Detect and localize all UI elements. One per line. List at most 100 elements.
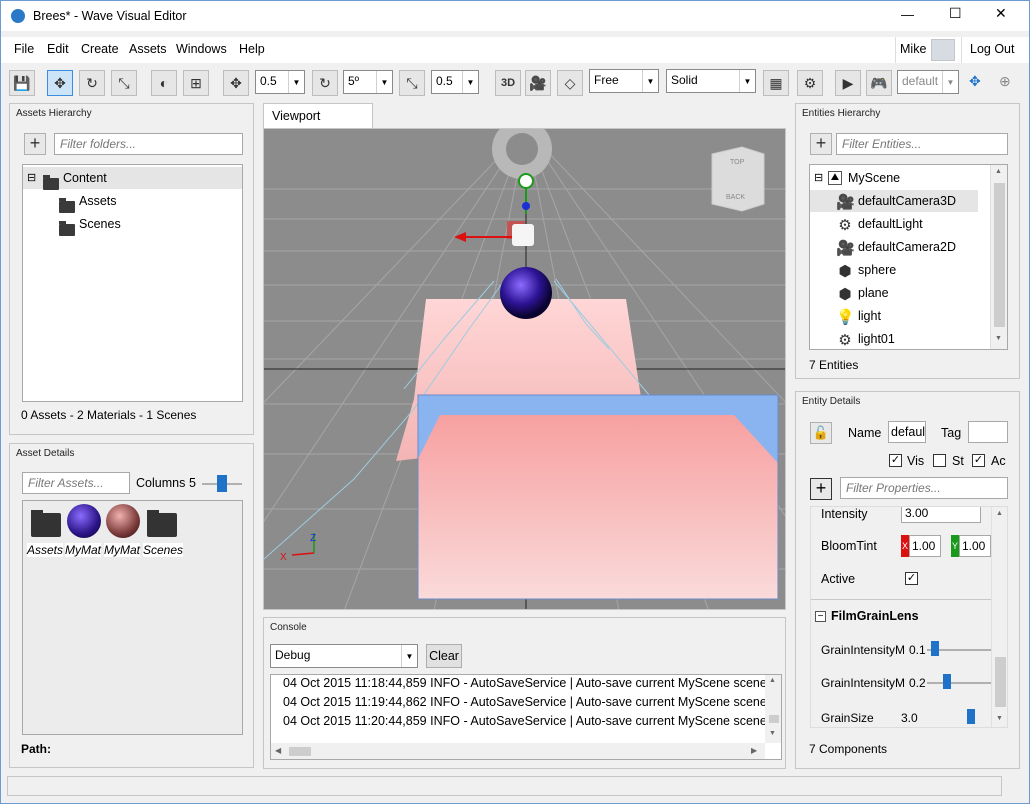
- clear-button[interactable]: Clear: [426, 644, 462, 668]
- bloom-y-input[interactable]: 1.00: [959, 535, 991, 557]
- grid-icon[interactable]: ▦: [763, 70, 789, 96]
- filter-folders-input[interactable]: Filter folders...: [54, 133, 243, 155]
- minimize-button[interactable]: —: [901, 7, 914, 22]
- scale-snap-icon[interactable]: ⤡: [399, 70, 425, 96]
- grain-size-slider[interactable]: [967, 709, 975, 724]
- entity-scrollbar[interactable]: ▲ ▼: [990, 165, 1007, 349]
- menu-edit[interactable]: Edit: [47, 42, 69, 56]
- bloom-x-input[interactable]: 1.00: [909, 535, 941, 557]
- scroll-left-icon[interactable]: ◀: [275, 746, 281, 755]
- tree-item-entity[interactable]: ⚙ light01: [810, 328, 978, 350]
- log-level-select[interactable]: Debug ▼: [270, 644, 418, 668]
- collapse-icon[interactable]: −: [815, 611, 826, 622]
- maximize-button[interactable]: ☐: [949, 5, 962, 22]
- scroll-down-icon[interactable]: ▼: [996, 715, 1003, 722]
- add-component-icon[interactable]: ⊞: [183, 70, 209, 96]
- console-scrollbar-horizontal[interactable]: ◀ ▶: [271, 743, 765, 759]
- move-icon[interactable]: ✥: [969, 73, 981, 90]
- active-property-checkbox[interactable]: ✓: [905, 572, 918, 585]
- scale-snap-select[interactable]: 0.5 ▼: [431, 70, 479, 94]
- scroll-thumb[interactable]: [289, 747, 311, 756]
- static-checkbox[interactable]: [933, 454, 946, 467]
- tree-item-assets[interactable]: Assets: [23, 190, 242, 213]
- grain-intensity-slider[interactable]: [931, 641, 939, 656]
- scroll-right-icon[interactable]: ▶: [751, 746, 757, 755]
- scroll-down-icon[interactable]: ▼: [769, 730, 776, 737]
- tag-input[interactable]: [968, 421, 1008, 443]
- tree-item-content[interactable]: ⊟ Content: [23, 167, 242, 190]
- logout-button[interactable]: Log Out: [970, 42, 1014, 56]
- tree-item-entity[interactable]: 💡 light: [810, 305, 978, 327]
- rotate-snap-select[interactable]: 5º ▼: [343, 70, 393, 94]
- console-scrollbar-vertical[interactable]: ▲ ▼: [765, 675, 781, 743]
- grain-intensity-slider[interactable]: [943, 674, 951, 689]
- globe-icon[interactable]: ◐: [151, 70, 177, 96]
- pin-icon[interactable]: ⊕: [999, 73, 1011, 90]
- scroll-down-icon[interactable]: ▼: [995, 335, 1002, 342]
- translate-tool-icon[interactable]: ✥: [47, 70, 73, 96]
- scroll-thumb[interactable]: [994, 183, 1005, 327]
- menu-file[interactable]: File: [14, 42, 34, 56]
- filter-entities-input[interactable]: Filter Entities...: [836, 133, 1008, 155]
- rotate-tool-icon[interactable]: ↻: [79, 70, 105, 96]
- name-input[interactable]: defaul: [888, 421, 926, 443]
- folder-icon[interactable]: [29, 507, 63, 539]
- material-sphere-icon[interactable]: [67, 504, 101, 538]
- gamepad-icon[interactable]: 🎮: [866, 70, 892, 96]
- play-icon[interactable]: ▶: [835, 70, 861, 96]
- scroll-up-icon[interactable]: ▲: [769, 677, 776, 684]
- panel-title: Console: [270, 622, 307, 633]
- scale-tool-icon[interactable]: ⤡: [111, 70, 137, 96]
- layout-select[interactable]: default ▼: [897, 70, 959, 94]
- scroll-thumb[interactable]: [769, 715, 779, 723]
- menu-create[interactable]: Create: [81, 42, 119, 56]
- mode-3d-button[interactable]: 3D: [495, 70, 521, 96]
- visible-checkbox[interactable]: ✓: [889, 454, 902, 467]
- translate-snap-select[interactable]: 0.5 ▼: [255, 70, 305, 94]
- tree-item-myscene[interactable]: ⊟ ⛰ MyScene: [810, 167, 978, 189]
- add-property-button[interactable]: +: [810, 478, 832, 500]
- tree-item-entity[interactable]: ⬢ sphere: [810, 259, 978, 281]
- menu-separator: [895, 37, 896, 63]
- material-sphere-icon[interactable]: [106, 504, 140, 538]
- add-folder-button[interactable]: +: [24, 133, 46, 155]
- tree-item-entity[interactable]: ⬢ plane: [810, 282, 978, 304]
- scroll-up-icon[interactable]: ▲: [996, 510, 1003, 517]
- save-icon[interactable]: 💾: [9, 70, 35, 96]
- add-entity-button[interactable]: +: [810, 133, 832, 155]
- intensity-input[interactable]: 3.00: [901, 507, 981, 523]
- tree-item-entity[interactable]: 🎥 defaultCamera3D: [810, 190, 978, 212]
- light-icon[interactable]: ◇: [557, 70, 583, 96]
- tree-item-entity[interactable]: ⚙ defaultLight: [810, 213, 978, 235]
- gear-light-icon: ⚙: [838, 217, 852, 234]
- folder-icon[interactable]: [145, 507, 179, 539]
- menu-windows[interactable]: Windows: [176, 42, 227, 56]
- active-checkbox[interactable]: ✓: [972, 454, 985, 467]
- scroll-up-icon[interactable]: ▲: [995, 168, 1002, 175]
- settings-icon[interactable]: ⚙: [797, 70, 823, 96]
- rotate-snap-icon[interactable]: ↻: [312, 70, 338, 96]
- folder-icon: [59, 218, 75, 240]
- tree-item-entity[interactable]: 🎥 defaultCamera2D: [810, 236, 978, 258]
- status-bar: [7, 776, 1002, 796]
- collapse-icon[interactable]: ⊟: [27, 167, 36, 189]
- close-button[interactable]: ✕: [995, 5, 1007, 22]
- scroll-thumb[interactable]: [995, 657, 1006, 707]
- filter-properties-input[interactable]: Filter Properties...: [840, 477, 1008, 499]
- columns-slider[interactable]: [217, 475, 227, 492]
- filter-assets-input[interactable]: Filter Assets...: [22, 472, 130, 494]
- camera-mode-select[interactable]: Free ▼: [589, 69, 659, 93]
- tree-item-scenes[interactable]: Scenes: [23, 213, 242, 236]
- menu-help[interactable]: Help: [239, 42, 265, 56]
- camera-icon[interactable]: 🎥: [525, 70, 551, 96]
- menu-assets[interactable]: Assets: [129, 42, 167, 56]
- viewport-canvas[interactable]: TOP BACK X Z: [263, 128, 786, 610]
- render-mode-select[interactable]: Solid ▼: [666, 69, 756, 93]
- property-scrollbar[interactable]: ▲ ▼: [991, 507, 1007, 727]
- translate-snap-icon[interactable]: ✥: [223, 70, 249, 96]
- tab-viewport[interactable]: Viewport: [263, 103, 373, 128]
- collapse-icon[interactable]: ⊟: [814, 167, 823, 189]
- entities-hierarchy-panel: Entities Hierarchy + Filter Entities... …: [795, 103, 1020, 379]
- lock-icon[interactable]: 🔓: [810, 422, 832, 444]
- title-bar: Brees* - Wave Visual Editor — ☐ ✕: [1, 1, 1029, 31]
